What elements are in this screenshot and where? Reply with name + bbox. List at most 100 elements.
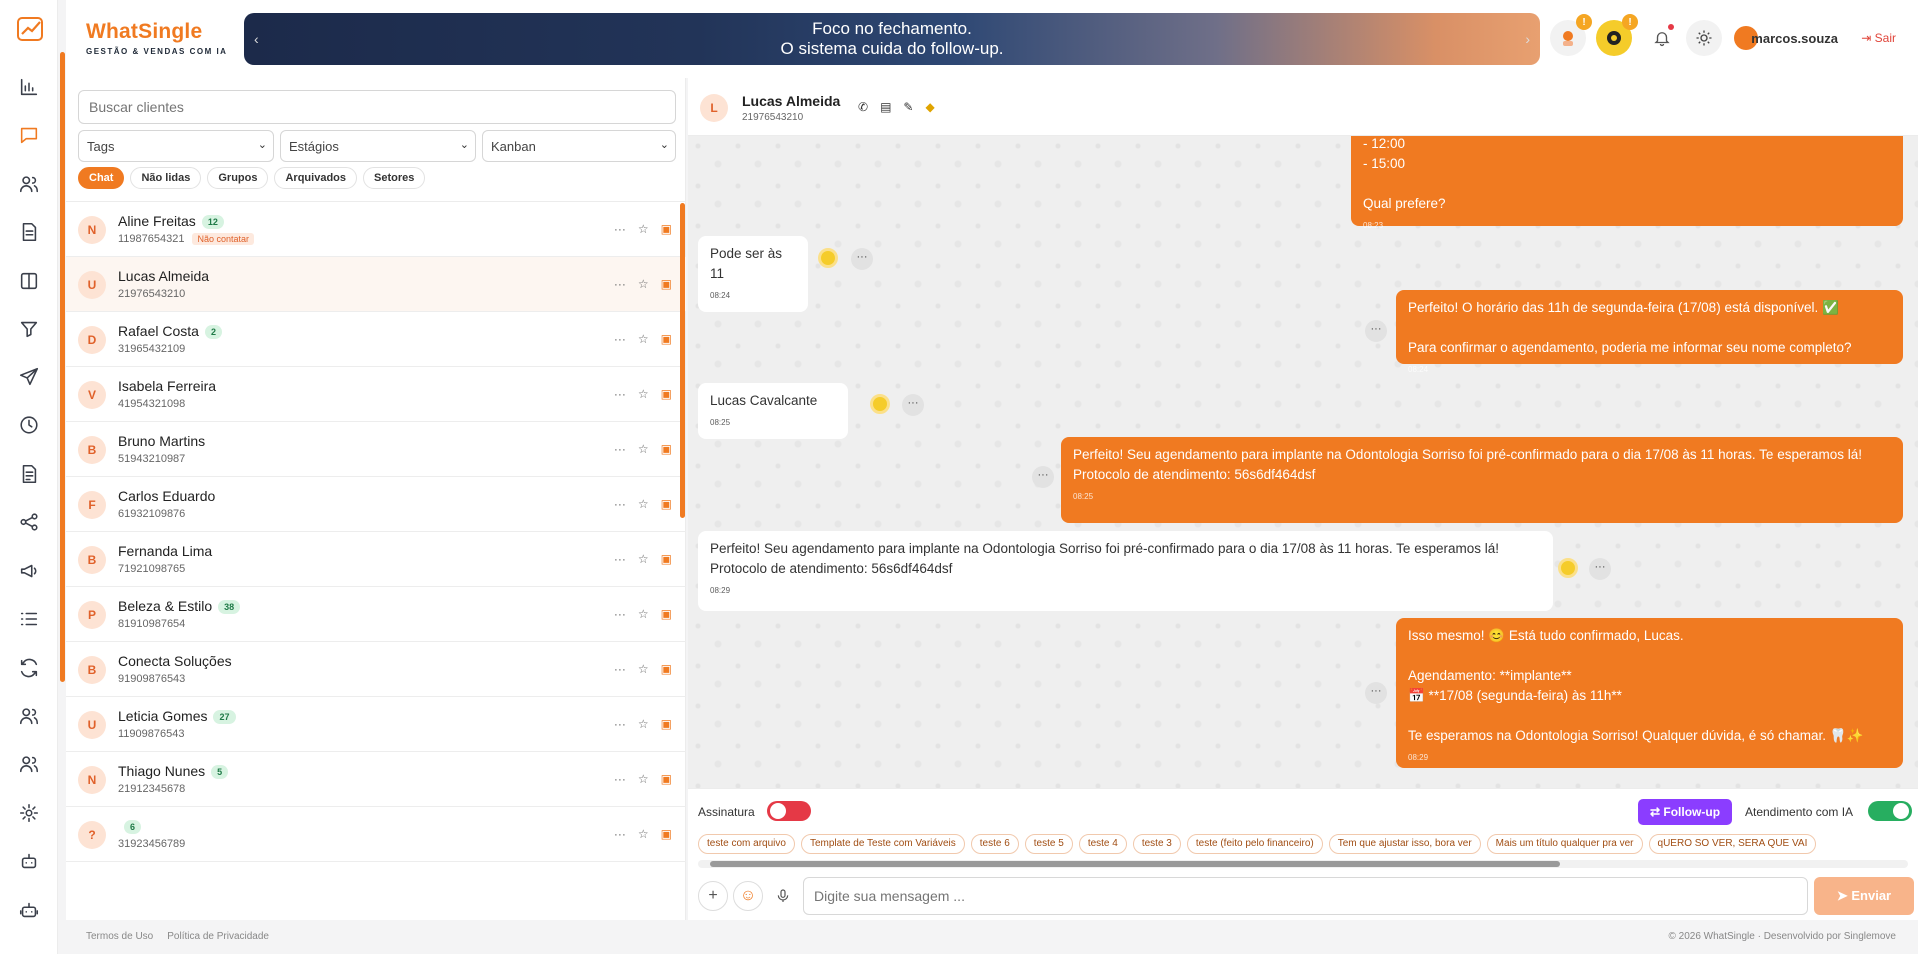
bot-reaction-icon[interactable] <box>870 394 890 414</box>
list-item[interactable]: D Rafael Costa 2 31965432109 ··· ☆ ▣ <box>66 312 686 367</box>
terms-link[interactable]: Termos de Uso <box>86 931 153 942</box>
signature-toggle[interactable] <box>767 801 811 821</box>
pin-icon[interactable]: ☆ <box>638 607 649 621</box>
more-icon[interactable]: ··· <box>614 497 626 511</box>
message-bubble-incoming[interactable]: Lucas Cavalcante 08:25 <box>698 383 848 439</box>
message-options-button[interactable]: ··· <box>1365 682 1387 704</box>
pin-icon[interactable]: ☆ <box>638 442 649 456</box>
privacy-link[interactable]: Política de Privacidade <box>167 931 269 942</box>
assistant-button[interactable]: ! <box>1550 14 1592 56</box>
more-icon[interactable]: ··· <box>614 332 626 346</box>
contact-list-scrollbar[interactable] <box>680 203 685 518</box>
phone-icon[interactable]: ✆ <box>858 100 868 114</box>
logout-button[interactable]: ⇥ Sair <box>1861 31 1896 45</box>
more-icon[interactable]: ··· <box>614 222 626 236</box>
template-chip[interactable]: Mais um título qualquer pra ver <box>1486 834 1643 854</box>
gear-icon[interactable] <box>12 796 46 830</box>
archive-icon[interactable]: ▣ <box>661 277 672 291</box>
share-icon[interactable] <box>12 505 46 539</box>
message-bubble-outgoing[interactable]: Perfeito! O horário das 11h de segunda-f… <box>1396 290 1903 374</box>
template-chip[interactable]: Tem que ajustar isso, bora ver <box>1328 834 1481 854</box>
more-icon[interactable]: ··· <box>614 387 626 401</box>
message-bubble-incoming[interactable]: Perfeito! Seu agendamento para implante … <box>698 531 1553 611</box>
list-item[interactable]: U Lucas Almeida 21976543210 ··· ☆ ▣ <box>66 257 686 312</box>
list-item[interactable]: F Carlos Eduardo 61932109876 ··· ☆ ▣ <box>66 477 686 532</box>
message-bubble-incoming[interactable]: Pode ser às 11 08:24 <box>698 236 808 312</box>
tab-unread[interactable]: Não lidas <box>130 167 202 189</box>
refresh-icon[interactable] <box>12 651 46 685</box>
promo-banner[interactable]: ‹ Foco no fechamento. O sistema cuida do… <box>244 13 1540 65</box>
theme-toggle[interactable] <box>1686 20 1722 56</box>
template-chip[interactable]: Template de Teste com Variáveis <box>800 834 965 854</box>
robot-icon[interactable] <box>12 844 46 878</box>
add-attachment-button[interactable]: + <box>698 881 728 911</box>
message-options-button[interactable]: ··· <box>851 248 873 270</box>
template-chip[interactable]: teste 5 <box>1024 834 1073 854</box>
chart-icon[interactable] <box>12 70 46 104</box>
template-chip[interactable]: teste 6 <box>970 834 1019 854</box>
more-icon[interactable]: ··· <box>614 662 626 676</box>
message-list[interactable]: - 12:00 - 15:00 Qual prefere? 08:23 Pode… <box>688 136 1918 788</box>
card-icon[interactable]: ▤ <box>880 100 891 114</box>
template-chip[interactable]: teste 4 <box>1078 834 1127 854</box>
tab-sectors[interactable]: Setores <box>363 167 426 189</box>
avatar[interactable]: L <box>700 94 728 122</box>
tags-select[interactable]: Tags ⌄ <box>78 130 274 162</box>
pin-icon[interactable]: ☆ <box>638 772 649 786</box>
archive-icon[interactable]: ▣ <box>661 827 672 841</box>
microphone-button[interactable] <box>768 881 798 911</box>
follow-up-button[interactable]: ⇄ Follow-up <box>1638 799 1733 825</box>
pin-icon[interactable]: ☆ <box>638 717 649 731</box>
sidebar-scrollbar[interactable] <box>60 52 65 682</box>
template-chip[interactable]: qUERO SO VER, SERA QUE VAI <box>1648 834 1817 854</box>
users-icon[interactable] <box>12 167 46 201</box>
archive-icon[interactable]: ▣ <box>661 222 672 236</box>
list-item[interactable]: N Thiago Nunes 5 21912345678 ··· ☆ ▣ <box>66 752 686 807</box>
message-options-button[interactable]: ··· <box>902 394 924 416</box>
archive-icon[interactable]: ▣ <box>661 717 672 731</box>
list-item[interactable]: P Beleza & Estilo 38 81910987654 ··· ☆ ▣ <box>66 587 686 642</box>
message-options-button[interactable]: ··· <box>1032 466 1054 488</box>
pin-icon[interactable]: ☆ <box>638 552 649 566</box>
archive-icon[interactable]: ▣ <box>661 332 672 346</box>
list-item[interactable]: V Isabela Ferreira 41954321098 ··· ☆ ▣ <box>66 367 686 422</box>
notes-icon[interactable]: ✎ <box>903 100 913 114</box>
send-button[interactable]: ➤ Enviar <box>1814 877 1914 915</box>
logo-icon[interactable] <box>16 14 46 44</box>
pin-icon[interactable]: ☆ <box>638 662 649 676</box>
send-icon[interactable] <box>12 360 46 394</box>
message-options-button[interactable]: ··· <box>1589 558 1611 580</box>
archive-icon[interactable]: ▣ <box>661 387 672 401</box>
pin-icon[interactable]: ☆ <box>638 827 649 841</box>
pin-icon[interactable]: ☆ <box>638 277 649 291</box>
search-input[interactable] <box>78 90 676 124</box>
tab-chat[interactable]: Chat <box>78 167 125 189</box>
message-bubble-outgoing[interactable]: - 12:00 - 15:00 Qual prefere? 08:23 <box>1351 136 1903 230</box>
bot-status-button[interactable]: ! <box>1596 14 1638 56</box>
more-icon[interactable]: ··· <box>614 717 626 731</box>
megaphone-icon[interactable] <box>12 554 46 588</box>
message-bubble-outgoing[interactable]: Perfeito! Seu agendamento para implante … <box>1061 437 1903 523</box>
archive-icon[interactable]: ▣ <box>661 442 672 456</box>
team-icon[interactable] <box>12 747 46 781</box>
pin-icon[interactable]: ☆ <box>638 497 649 511</box>
template-scrollbar[interactable] <box>710 861 1560 867</box>
template-chip[interactable]: teste com arquivo <box>698 834 795 854</box>
message-input[interactable] <box>803 877 1808 915</box>
list-item[interactable]: ? 6 31923456789 ··· ☆ ▣ <box>66 807 686 862</box>
list-item[interactable]: B Conecta Soluções 91909876543 ··· ☆ ▣ <box>66 642 686 697</box>
list-item[interactable]: N Aline Freitas 12 11987654321 Não contata… <box>66 202 686 257</box>
archive-icon[interactable]: ▣ <box>661 662 672 676</box>
tag-icon[interactable]: ◆ <box>925 100 934 114</box>
template-chip[interactable]: teste (feito pelo financeiro) <box>1186 834 1323 854</box>
tab-groups[interactable]: Grupos <box>207 167 269 189</box>
archive-icon[interactable]: ▣ <box>661 607 672 621</box>
file-icon[interactable] <box>12 457 46 491</box>
more-icon[interactable]: ··· <box>614 827 626 841</box>
template-chip[interactable]: teste 3 <box>1132 834 1181 854</box>
bot-reaction-icon[interactable] <box>1558 558 1578 578</box>
contacts-icon[interactable] <box>12 699 46 733</box>
brand[interactable]: WhatSingle GESTÃO & VENDAS COM IA <box>86 20 227 56</box>
document-icon[interactable] <box>12 215 46 249</box>
list-item[interactable]: B Fernanda Lima 71921098765 ··· ☆ ▣ <box>66 532 686 587</box>
